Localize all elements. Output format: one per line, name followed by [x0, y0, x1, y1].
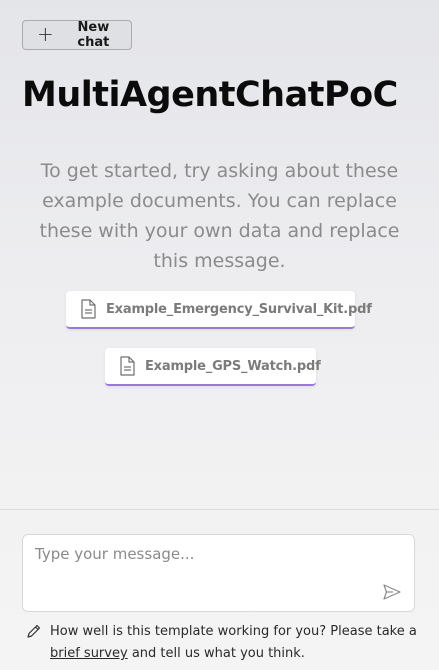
survey-text-after: and tell us what you think. — [131, 646, 305, 661]
survey-prompt: How well is this template working for yo… — [26, 621, 421, 665]
pencil-icon — [27, 624, 41, 638]
message-input[interactable] — [35, 545, 365, 585]
survey-line-2: brief survey and tell us what you think. — [26, 643, 421, 665]
document-name: Example_Emergency_Survival_Kit.pdf — [106, 301, 372, 317]
file-icon — [81, 299, 96, 319]
example-document-button[interactable]: Example_GPS_Watch.pdf — [105, 348, 321, 386]
app-title: MultiAgentChatPoC — [22, 75, 398, 115]
survey-text: How well is this template working for yo… — [50, 624, 417, 639]
send-button[interactable] — [382, 582, 402, 602]
message-composer — [22, 534, 415, 612]
divider — [0, 509, 439, 510]
plus-icon: + — [37, 22, 54, 46]
new-chat-label: New chat — [77, 20, 110, 50]
file-icon — [120, 356, 135, 376]
send-icon — [383, 584, 401, 600]
document-name: Example_GPS_Watch.pdf — [145, 358, 321, 374]
example-document-button[interactable]: Example_Emergency_Survival_Kit.pdf — [66, 291, 372, 329]
intro-message: To get started, try asking about these e… — [39, 160, 400, 272]
brief-survey-link[interactable]: brief survey — [50, 646, 128, 661]
new-chat-button[interactable]: + New chat — [22, 20, 132, 50]
